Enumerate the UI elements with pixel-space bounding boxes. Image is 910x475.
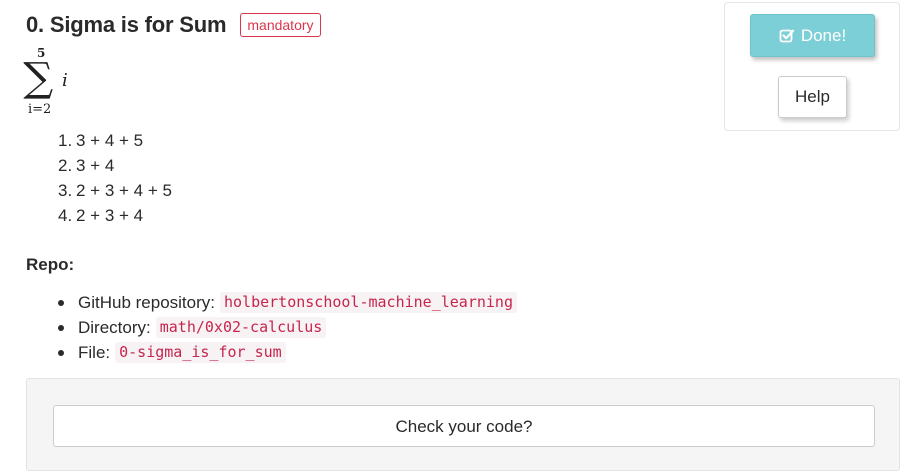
repo-item-file: File: 0-sigma_is_for_sum <box>56 340 517 365</box>
option-item: 2. 3 + 4 <box>58 153 172 178</box>
task-title: 0. Sigma is for Sum <box>26 12 227 37</box>
bullet-icon <box>58 299 64 306</box>
repo-list: GitHub repository: holbertonschool-machi… <box>56 290 517 365</box>
sigma-formula: 5 ∑ i i=2 <box>23 46 84 120</box>
repo-item-label: File: <box>78 343 111 362</box>
option-text: 3 + 4 + 5 <box>76 131 144 150</box>
mandatory-badge: mandatory <box>240 13 321 37</box>
task-page: 0. Sigma is for Sum mandatory 5 ∑ i i=2 … <box>0 0 910 475</box>
file-code: 0-sigma_is_for_sum <box>115 342 286 363</box>
option-number: 2. <box>58 156 73 175</box>
summation-variable: i <box>62 70 68 91</box>
done-button[interactable]: Done! <box>750 14 875 57</box>
option-item: 1. 3 + 4 + 5 <box>58 128 172 153</box>
help-button[interactable]: Help <box>778 76 847 118</box>
task-header: 0. Sigma is for Sum mandatory <box>26 12 321 38</box>
option-text: 2 + 3 + 4 + 5 <box>76 181 172 200</box>
repo-item-label: GitHub repository: <box>78 293 215 312</box>
option-text: 3 + 4 <box>76 156 115 175</box>
option-number: 1. <box>58 131 73 150</box>
bullet-icon <box>58 324 64 331</box>
repo-heading: Repo: <box>26 255 75 274</box>
answer-options: 1. 3 + 4 + 5 2. 3 + 4 3. 2 + 3 + 4 + 5 4… <box>58 128 172 228</box>
done-label: Done! <box>800 25 847 45</box>
option-number: 3. <box>58 181 73 200</box>
check-code-panel: Check your code? <box>26 378 900 471</box>
bullet-icon <box>58 349 64 356</box>
repo-item-directory: Directory: math/0x02-calculus <box>56 315 517 340</box>
option-number: 4. <box>58 206 73 225</box>
repo-name-code: holbertonschool-machine_learning <box>220 292 517 313</box>
directory-code: math/0x02-calculus <box>155 317 327 338</box>
task-actions-panel: Done! Help <box>724 2 900 131</box>
lower-limit: i=2 <box>28 102 52 117</box>
option-item: 3. 2 + 3 + 4 + 5 <box>58 178 172 203</box>
repo-item-label: Directory: <box>78 318 151 337</box>
sigma-symbol: ∑ <box>23 55 54 101</box>
option-text: 2 + 3 + 4 <box>76 206 144 225</box>
check-code-button[interactable]: Check your code? <box>53 405 875 447</box>
check-square-icon <box>779 28 795 44</box>
option-item: 4. 2 + 3 + 4 <box>58 203 172 228</box>
repo-item-github: GitHub repository: holbertonschool-machi… <box>56 290 517 315</box>
